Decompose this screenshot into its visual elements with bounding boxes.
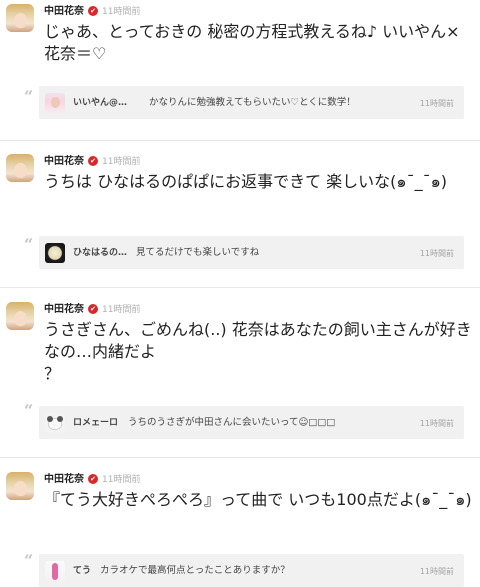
author-avatar[interactable] <box>6 4 34 32</box>
reply-avatar <box>45 243 65 263</box>
reply-text: かなりんに勉強教えてもらいたい♡とくに数学！ <box>149 97 356 108</box>
author-avatar[interactable] <box>6 302 34 330</box>
verified-badge-icon: ✔ <box>88 474 98 484</box>
reply-card[interactable]: てう カラオケで最高何点とったことありますか？ 11時間前 <box>39 554 464 587</box>
reply-time: 11時間前 <box>419 567 454 576</box>
quote-icon: “ <box>24 235 34 254</box>
post-text: じゃあ、とっておきの 秘密の方程式教えるね♪ いいやん×花奈＝♡ <box>44 22 460 63</box>
divider <box>0 457 480 458</box>
divider <box>0 287 480 288</box>
author-name[interactable]: 中田花奈 <box>44 5 84 19</box>
reply-text: 見てるだけでも楽しいですね <box>136 247 260 258</box>
post-text: 『てう大好きぺろぺろ』って曲で いつも100点だよ(๑¯_¯๑) <box>44 490 472 509</box>
reply-text: カラオケで最高何点とったことありますか？ <box>100 565 290 576</box>
author-avatar[interactable] <box>6 154 34 182</box>
reply-card[interactable]: ひなはるの… 見てるだけでも楽しいですね 11時間前 <box>39 236 464 269</box>
reply-author: ひなはるの… <box>73 248 128 258</box>
divider <box>0 140 480 141</box>
quote-icon: “ <box>24 401 34 420</box>
author-avatar[interactable] <box>6 472 34 500</box>
reply-card[interactable]: ロメェーロ うちのうさぎが中田さんに会いたいって☺□□□ 11時間前 <box>39 406 464 439</box>
reply-avatar <box>45 561 65 581</box>
reply-avatar <box>45 413 65 433</box>
reply-avatar <box>45 93 65 113</box>
verified-badge-icon: ✔ <box>88 156 98 166</box>
quote-icon: “ <box>24 551 34 570</box>
author-name[interactable]: 中田花奈 <box>44 473 84 487</box>
reply-author: いいやん@… <box>73 98 128 108</box>
reply-author: てう <box>73 566 92 576</box>
reply-author: ロメェーロ <box>73 418 119 428</box>
post-time: 11時間前 <box>102 475 141 485</box>
post-text: うちは ひなはるのぱぱにお返事できて 楽しいな(๑¯_¯๑) <box>44 172 447 191</box>
reply-time: 11時間前 <box>419 99 454 108</box>
post-time: 11時間前 <box>102 7 141 17</box>
verified-badge-icon: ✔ <box>88 304 98 314</box>
reply-card[interactable]: いいやん@… かなりんに勉強教えてもらいたい♡とくに数学！ 11時間前 <box>39 86 464 119</box>
reply-time: 11時間前 <box>419 249 454 258</box>
verified-badge-icon: ✔ <box>88 6 98 16</box>
reply-text: うちのうさぎが中田さんに会いたいって☺□□□ <box>128 417 336 428</box>
post-time: 11時間前 <box>102 157 141 167</box>
post-text: うさぎさん、ごめんね(..) 花奈はあなたの飼い主さんが好きなの…内緒だよ ？ <box>44 320 472 383</box>
quote-icon: “ <box>24 87 34 106</box>
author-name[interactable]: 中田花奈 <box>44 155 84 169</box>
author-name[interactable]: 中田花奈 <box>44 303 84 317</box>
reply-time: 11時間前 <box>419 419 454 428</box>
post-time: 11時間前 <box>102 305 141 315</box>
